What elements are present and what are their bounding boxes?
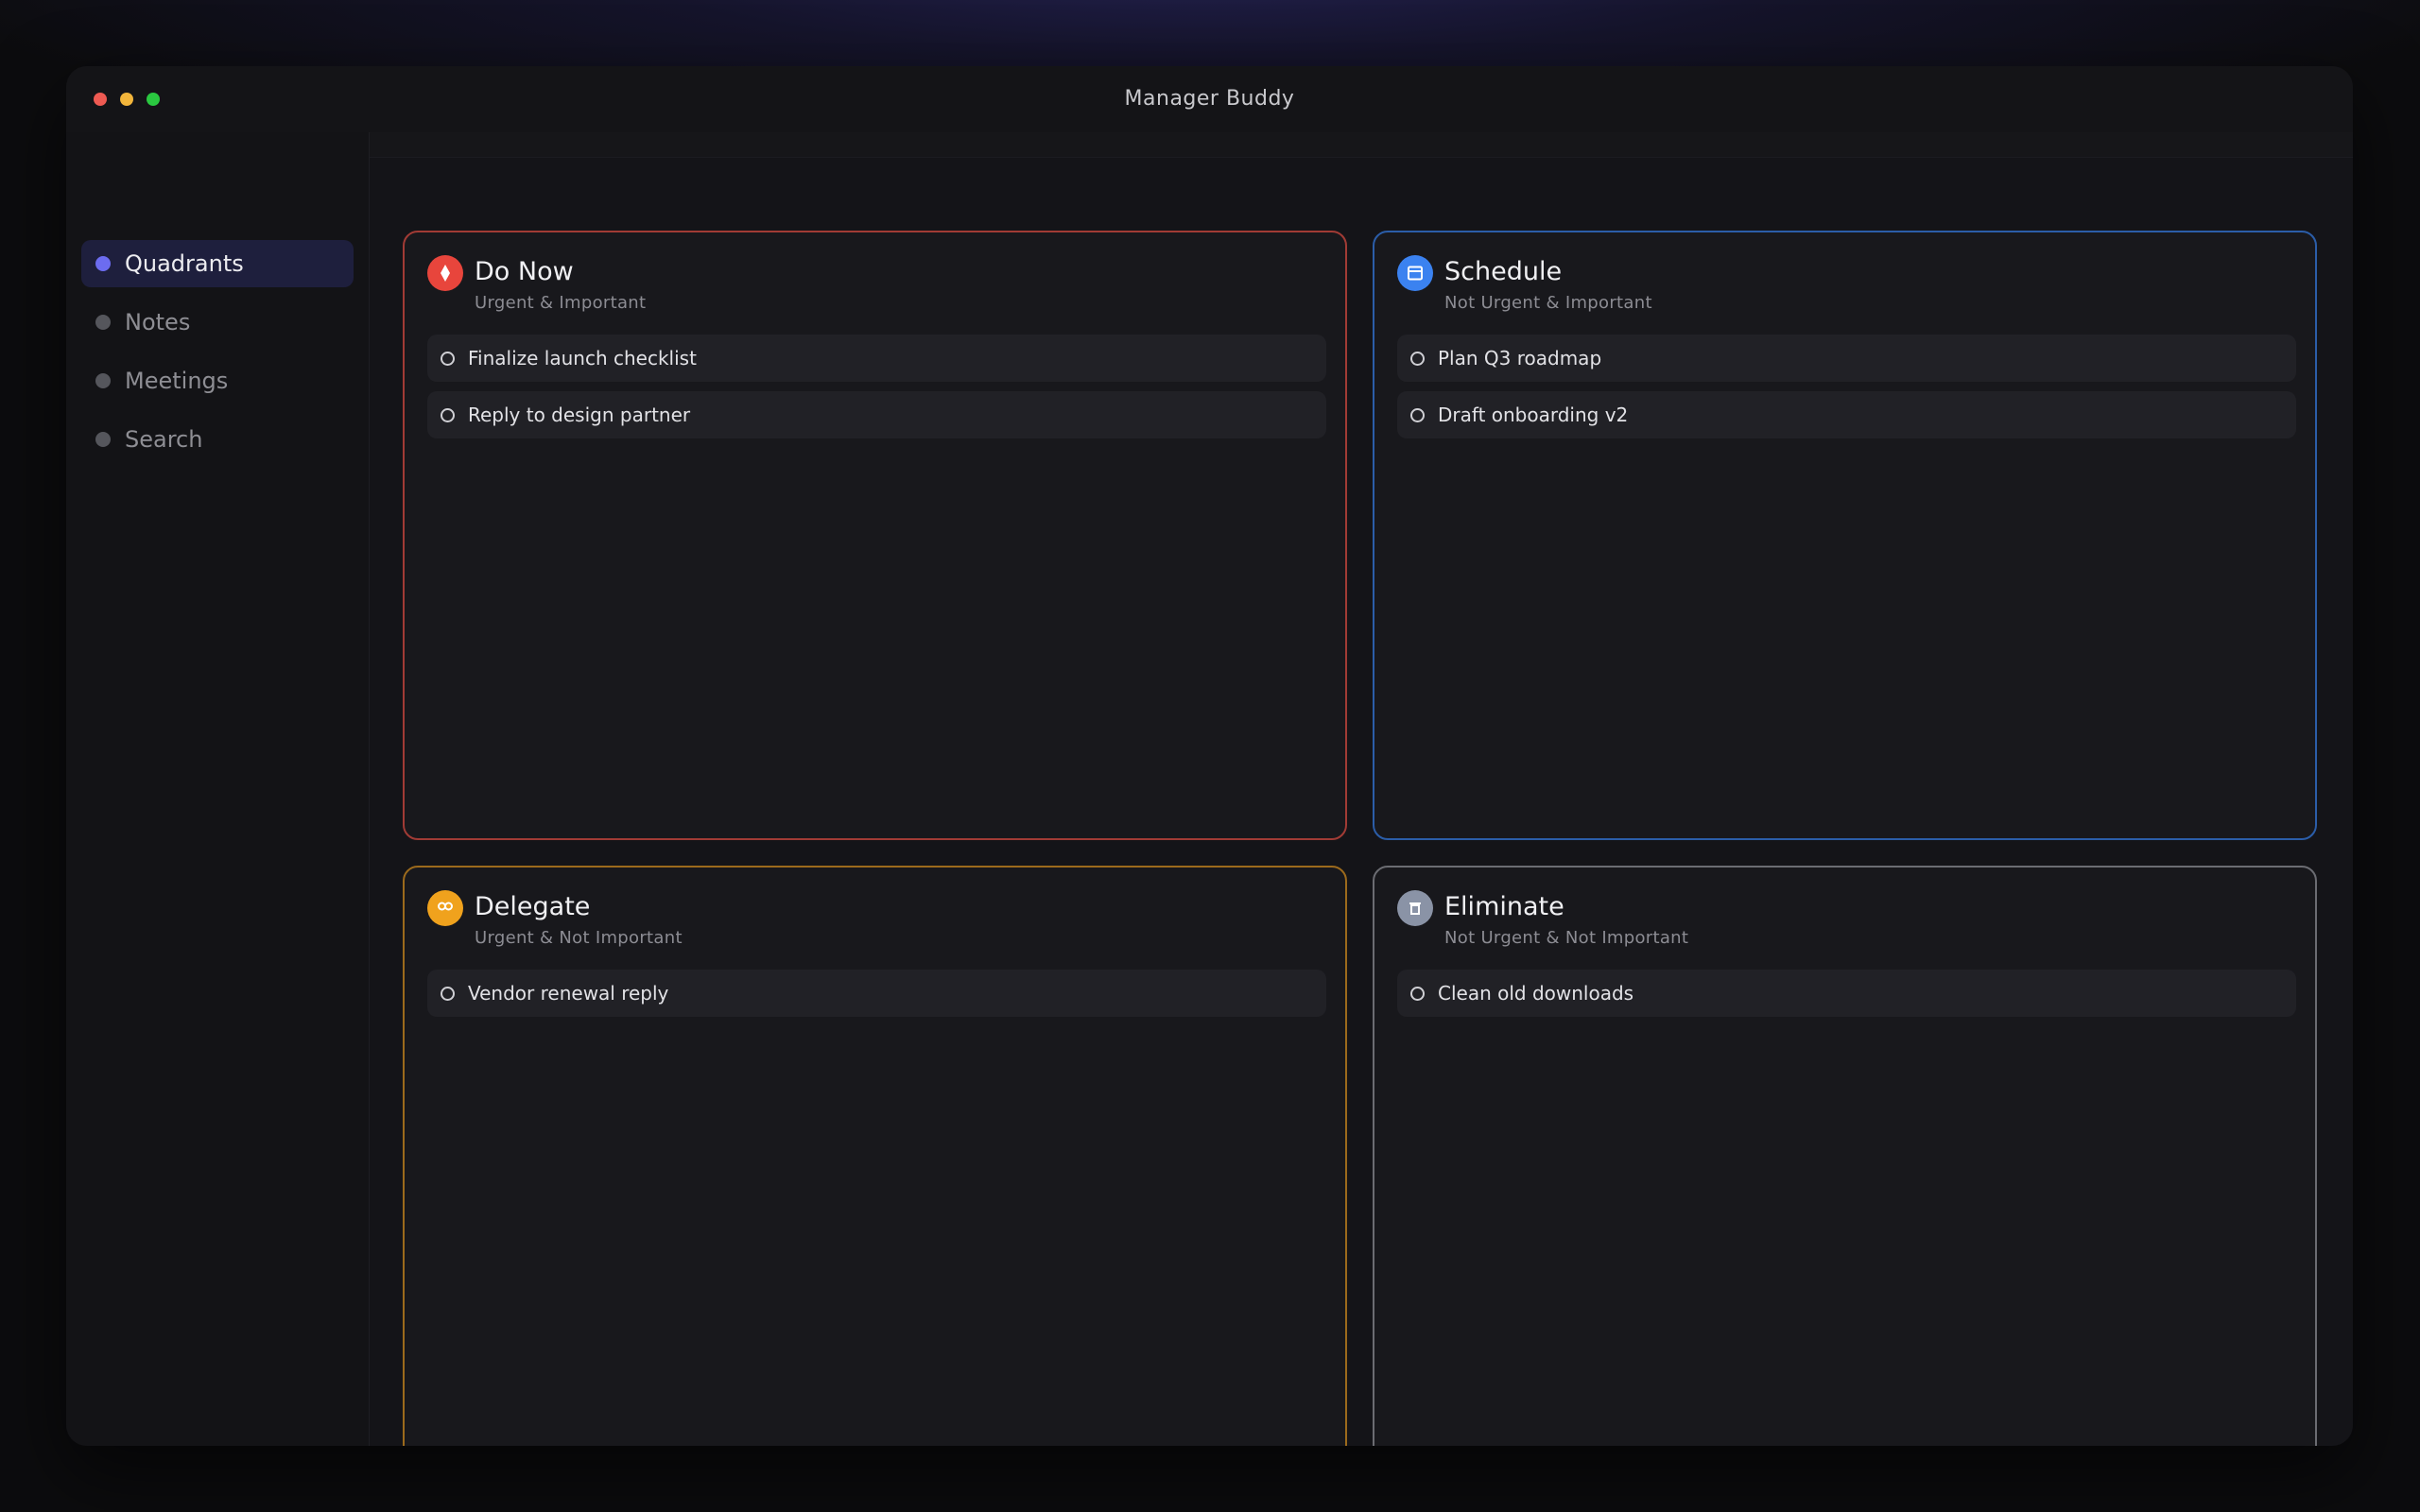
- quadrant-subtitle: Not Urgent & Important: [1444, 293, 1652, 313]
- calendar-icon: [1397, 255, 1433, 291]
- quadrant-title: Delegate: [475, 892, 591, 921]
- sidebar: Quadrants Notes Meetings Search: [66, 132, 370, 1446]
- nav-dot-icon: [95, 432, 111, 447]
- sidebar-item-search[interactable]: Search: [81, 416, 354, 463]
- main-toolbar: [370, 132, 2353, 158]
- task-checkbox[interactable]: [441, 986, 455, 1001]
- app-window: Manager Buddy Quadrants Notes Meetings S…: [66, 66, 2353, 1446]
- title-bar: Manager Buddy: [66, 66, 2353, 133]
- task-checkbox[interactable]: [441, 351, 455, 366]
- task-item[interactable]: Reply to design partner: [427, 391, 1326, 438]
- nav-dot-icon: [95, 256, 111, 271]
- task-item[interactable]: Draft onboarding v2: [1397, 391, 2296, 438]
- main-content: Do Now Urgent & Important Finalize launc…: [370, 132, 2353, 1446]
- sidebar-item-quadrants[interactable]: Quadrants: [81, 240, 354, 287]
- quadrant-title: Eliminate: [1444, 892, 1564, 921]
- task-checkbox[interactable]: [1410, 407, 1425, 422]
- task-label: Draft onboarding v2: [1438, 404, 1629, 426]
- sidebar-item-label: Notes: [125, 309, 191, 335]
- task-label: Reply to design partner: [468, 404, 691, 426]
- task-item[interactable]: Finalize launch checklist: [427, 335, 1326, 382]
- nav-dot-icon: [95, 315, 111, 330]
- sidebar-item-label: Meetings: [125, 368, 229, 394]
- quadrant-eliminate: Eliminate Not Urgent & Not Important Cle…: [1373, 866, 2317, 1446]
- sidebar-item-meetings[interactable]: Meetings: [81, 357, 354, 404]
- quadrant-schedule: Schedule Not Urgent & Important Plan Q3 …: [1373, 231, 2317, 840]
- sidebar-item-label: Search: [125, 426, 203, 453]
- trash-icon: [1397, 890, 1433, 926]
- people-icon: [427, 890, 463, 926]
- quadrant-do-now: Do Now Urgent & Important Finalize launc…: [403, 231, 1347, 840]
- quadrant-subtitle: Urgent & Important: [475, 293, 647, 313]
- task-checkbox[interactable]: [1410, 986, 1425, 1001]
- quadrant-title: Do Now: [475, 257, 574, 286]
- sidebar-item-notes[interactable]: Notes: [81, 299, 354, 346]
- quadrant-subtitle: Urgent & Not Important: [475, 928, 683, 948]
- task-label: Vendor renewal reply: [468, 982, 669, 1005]
- task-item[interactable]: Vendor renewal reply: [427, 970, 1326, 1017]
- quadrant-subtitle: Not Urgent & Not Important: [1444, 928, 1689, 948]
- sidebar-item-label: Quadrants: [125, 250, 244, 277]
- task-checkbox[interactable]: [441, 407, 455, 422]
- task-checkbox[interactable]: [1410, 351, 1425, 366]
- quadrant-delegate: Delegate Urgent & Not Important Vendor r…: [403, 866, 1347, 1446]
- flame-icon: [427, 255, 463, 291]
- task-item[interactable]: Plan Q3 roadmap: [1397, 335, 2296, 382]
- nav-dot-icon: [95, 373, 111, 388]
- task-label: Clean old downloads: [1438, 982, 1634, 1005]
- window-title: Manager Buddy: [1124, 87, 1295, 111]
- task-label: Finalize launch checklist: [468, 347, 697, 369]
- task-item[interactable]: Clean old downloads: [1397, 970, 2296, 1017]
- quadrant-title: Schedule: [1444, 257, 1563, 286]
- task-label: Plan Q3 roadmap: [1438, 347, 1602, 369]
